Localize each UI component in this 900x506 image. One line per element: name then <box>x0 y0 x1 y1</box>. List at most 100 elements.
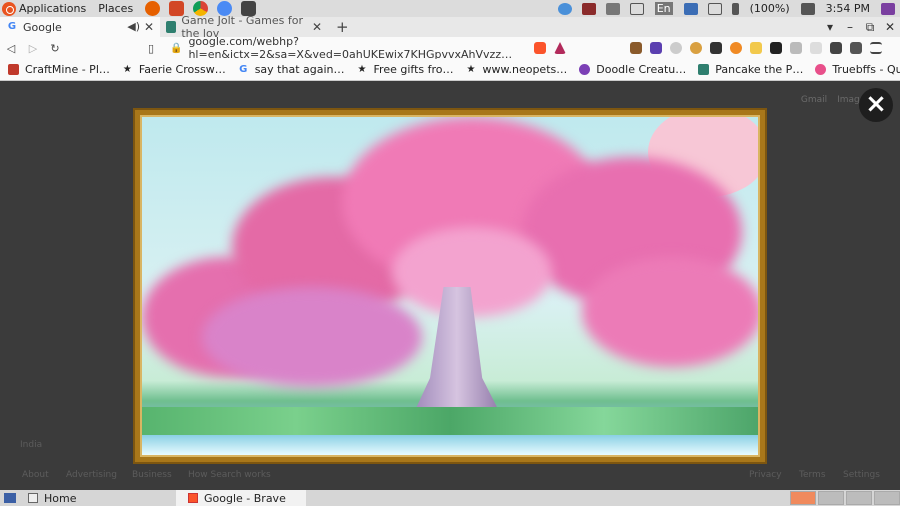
dark-extension-icon[interactable] <box>770 42 782 54</box>
volume-icon[interactable] <box>800 2 815 15</box>
bookmark-item[interactable]: ★ Free gifts fro… <box>357 63 454 76</box>
workspace-1[interactable] <box>790 491 816 505</box>
workspace-4[interactable] <box>874 491 900 505</box>
google-icon: G <box>7 21 17 32</box>
face-extension-icon[interactable] <box>750 42 762 54</box>
mail-icon[interactable] <box>707 2 722 15</box>
footer-link-business[interactable]: Business <box>132 470 172 480</box>
bookmark-label: www.neopets… <box>482 63 568 76</box>
wifi-icon[interactable] <box>629 2 644 15</box>
gamejolt-icon <box>698 64 710 75</box>
close-tab-icon[interactable]: ✕ <box>312 20 322 34</box>
circle-extension-icon[interactable] <box>670 42 682 54</box>
google-footer: India About Advertising Business How Sea… <box>0 430 900 490</box>
footer-link-how-search-works[interactable]: How Search works <box>188 470 271 480</box>
reload-icon[interactable]: ↻ <box>44 42 66 55</box>
battery-percentage: (100%) <box>749 2 790 15</box>
taskbar-label: Google - Brave <box>204 491 286 505</box>
bookmark-label: Truebffs - Qui… <box>832 63 900 76</box>
gmail-link[interactable]: Gmail <box>801 95 827 105</box>
footer-link-advertising[interactable]: Advertising <box>66 470 117 480</box>
bookmark-item[interactable]: ★ Faerie Crossw… <box>122 63 226 76</box>
battery-icon[interactable] <box>731 2 739 15</box>
star-icon: ★ <box>357 64 367 75</box>
tab-google[interactable]: G Google ◀) ✕ <box>0 17 160 37</box>
star-icon: ★ <box>466 64 476 75</box>
new-tab-button[interactable]: + <box>336 18 349 36</box>
taskbar-item-home[interactable]: Home <box>16 490 176 506</box>
show-desktop-icon[interactable] <box>4 493 16 503</box>
cherry-blossom-tree-image[interactable] <box>140 115 760 457</box>
lock-icon: 🔒 <box>170 42 183 54</box>
star-icon: ★ <box>122 64 132 75</box>
bluetooth-icon[interactable] <box>683 2 698 15</box>
bookmark-item[interactable]: Doodle Creatu… <box>579 63 686 76</box>
tab-title: Google <box>23 20 62 34</box>
url-text: google.com/webhp?hl=en&ictx=2&sa=X&ved=0… <box>188 35 513 61</box>
workspace-3[interactable] <box>846 491 872 505</box>
close-tab-icon[interactable]: ✕ <box>144 20 154 34</box>
brave-icon <box>188 493 198 503</box>
taskbar-item-google-brave[interactable]: Google - Brave <box>176 490 306 506</box>
clock[interactable]: 3:54 PM <box>826 2 870 15</box>
chrome-tray-icon[interactable] <box>557 2 572 15</box>
pen-extension-icon[interactable] <box>790 42 802 54</box>
tab-bar: G Google ◀) ✕ Game Jolt - Games for the … <box>0 14 900 40</box>
bookmark-item[interactable]: Gsay that again… <box>238 63 345 76</box>
doodle-image-frame <box>133 108 767 464</box>
maximize-icon[interactable]: ⧉ <box>860 20 880 35</box>
google-icon: G <box>239 64 248 75</box>
country-label: India <box>20 440 43 450</box>
bookmark-label: say that again… <box>254 63 345 76</box>
back-icon[interactable]: ◁ <box>0 42 22 55</box>
json-extension-icon[interactable] <box>710 42 722 54</box>
bookmark-item[interactable]: ★ www.neopets… <box>466 63 568 76</box>
bitcoin-extension-icon[interactable] <box>730 42 742 54</box>
close-lightbox-button[interactable]: × <box>859 88 893 122</box>
user-menu-icon[interactable] <box>881 2 895 15</box>
shield-extension-icon[interactable] <box>810 42 822 54</box>
keyboard-layout-indicator[interactable]: En <box>654 2 673 15</box>
craftmine-icon <box>8 64 19 75</box>
browser-toolbar: ◁ ▷ ↻ ▯ 🔒 google.com/webhp?hl=en&ictx=2&… <box>0 35 900 61</box>
menu-icon[interactable] <box>870 42 882 54</box>
cookie-extension-icon[interactable] <box>690 42 702 54</box>
playlist-icon[interactable] <box>850 42 862 54</box>
bookmark-label: Pancake the P… <box>715 63 804 76</box>
ubuntu-logo-icon <box>2 1 16 16</box>
red-tray-icon[interactable] <box>581 2 596 15</box>
printer-icon[interactable] <box>605 2 620 15</box>
doodle-icon <box>579 64 591 75</box>
close-window-icon[interactable]: ✕ <box>880 20 900 34</box>
blossom-cluster <box>582 257 758 367</box>
bookmark-item[interactable]: Truebffs - Qui… <box>815 63 900 76</box>
tab-search-icon[interactable]: ▾ <box>820 20 840 34</box>
brave-rewards-icon[interactable] <box>554 42 566 54</box>
address-bar[interactable]: 🔒 google.com/webhp?hl=en&ictx=2&sa=X&ved… <box>150 35 520 61</box>
bookmark-label: Faerie Crossw… <box>138 63 226 76</box>
bookmark-item[interactable]: CraftMine - Pl… <box>8 63 110 76</box>
paw-extension-icon[interactable] <box>630 42 642 54</box>
applications-label: Applications <box>19 2 87 15</box>
footer-link-settings[interactable]: Settings <box>843 470 880 480</box>
gamejolt-icon <box>166 21 177 33</box>
forward-icon[interactable]: ▷ <box>22 42 44 55</box>
firefox-launcher-icon[interactable] <box>145 1 161 16</box>
bookmark-label: Free gifts fro… <box>373 63 454 76</box>
folder-icon <box>28 493 38 503</box>
workspace-2[interactable] <box>818 491 844 505</box>
system-top-panel: Applications Places En (100%) 3:54 PM <box>0 0 900 17</box>
places-label: Places <box>98 2 134 15</box>
footer-link-terms[interactable]: Terms <box>799 470 826 480</box>
minimize-icon[interactable]: – <box>840 20 860 34</box>
extensions-puzzle-icon[interactable] <box>830 42 842 54</box>
brave-shields-icon[interactable] <box>534 42 546 54</box>
footer-link-privacy[interactable]: Privacy <box>749 470 782 480</box>
speaker-icon[interactable]: ◀) <box>127 20 140 33</box>
applications-menu[interactable]: Applications <box>0 0 98 17</box>
pointer-extension-icon[interactable] <box>650 42 662 54</box>
tab-gamejolt[interactable]: Game Jolt - Games for the lov ✕ <box>160 14 328 40</box>
bookmark-item[interactable]: Pancake the P… <box>698 63 803 76</box>
footer-link-about[interactable]: About <box>22 470 49 480</box>
places-menu[interactable]: Places <box>98 0 145 17</box>
